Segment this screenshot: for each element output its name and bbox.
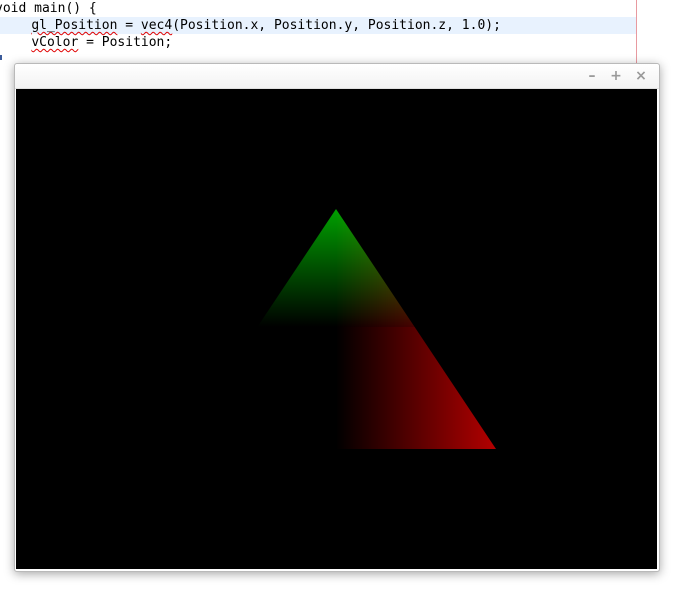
code-token-vcolor: vColor: [31, 35, 79, 50]
gl-window[interactable]: – + ×: [14, 63, 660, 572]
red-upper-region: [336, 209, 496, 327]
code-line-3: vColor = Position;: [0, 34, 636, 51]
code-line-1: void main() {: [0, 1, 97, 16]
code-token-rest: = Position;: [78, 35, 173, 50]
code-line-2: gl_Position = vec4(Position.x, Position.…: [0, 17, 636, 34]
close-button[interactable]: ×: [633, 68, 649, 84]
fold-marker: [0, 55, 2, 60]
window-titlebar[interactable]: – + ×: [15, 64, 659, 89]
print-margin-line: [636, 0, 637, 64]
code-editor: void main() { gl_Position = vec4(Positio…: [0, 0, 674, 64]
code-token-gl-position: gl_Position: [31, 18, 118, 33]
gl-render: [176, 209, 496, 449]
code-token-args: (Position.x, Position.y, Position.z, 1.0…: [172, 18, 501, 33]
code-token-assign: =: [117, 18, 141, 33]
shaded-triangle: [176, 209, 496, 449]
maximize-button[interactable]: +: [608, 68, 624, 84]
gl-canvas[interactable]: [16, 89, 657, 569]
code-token-vec4: vec4: [140, 18, 173, 33]
minimize-button[interactable]: –: [584, 68, 600, 84]
red-region: [336, 327, 496, 449]
